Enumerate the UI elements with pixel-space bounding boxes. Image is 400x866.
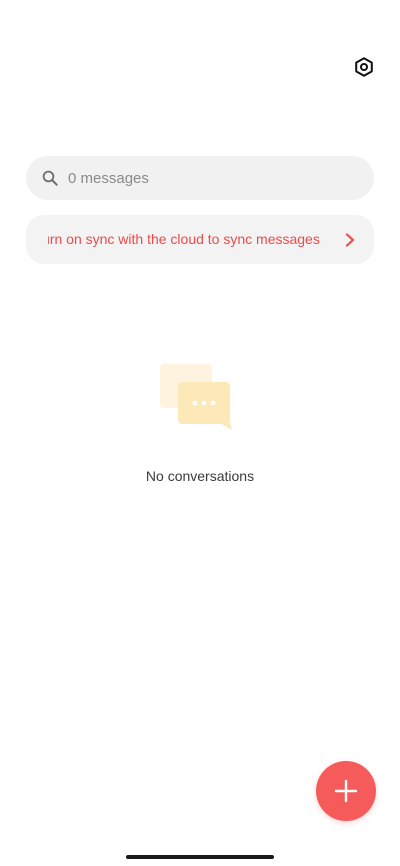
home-indicator[interactable]	[126, 855, 274, 859]
chevron-right-icon	[342, 230, 358, 250]
search-icon	[40, 168, 60, 188]
settings-button[interactable]	[350, 53, 378, 81]
chat-bubbles-icon	[160, 364, 232, 430]
search-placeholder: 0 messages	[68, 169, 149, 187]
empty-state: No conversations	[0, 362, 400, 484]
sync-banner-text: Turn on sync with the cloud to sync mess…	[48, 231, 320, 247]
cloud-sync-banner[interactable]: Turn on sync with the cloud to sync mess…	[26, 215, 374, 264]
messages-screen: 0 messages Turn on sync with the cloud t…	[0, 0, 400, 866]
search-bar[interactable]: 0 messages	[26, 156, 374, 200]
new-conversation-button[interactable]	[316, 761, 376, 821]
sync-text-container: Turn on sync with the cloud to sync mess…	[48, 215, 348, 264]
settings-icon	[355, 57, 373, 77]
empty-state-label: No conversations	[145, 468, 255, 484]
plus-icon	[334, 779, 358, 803]
